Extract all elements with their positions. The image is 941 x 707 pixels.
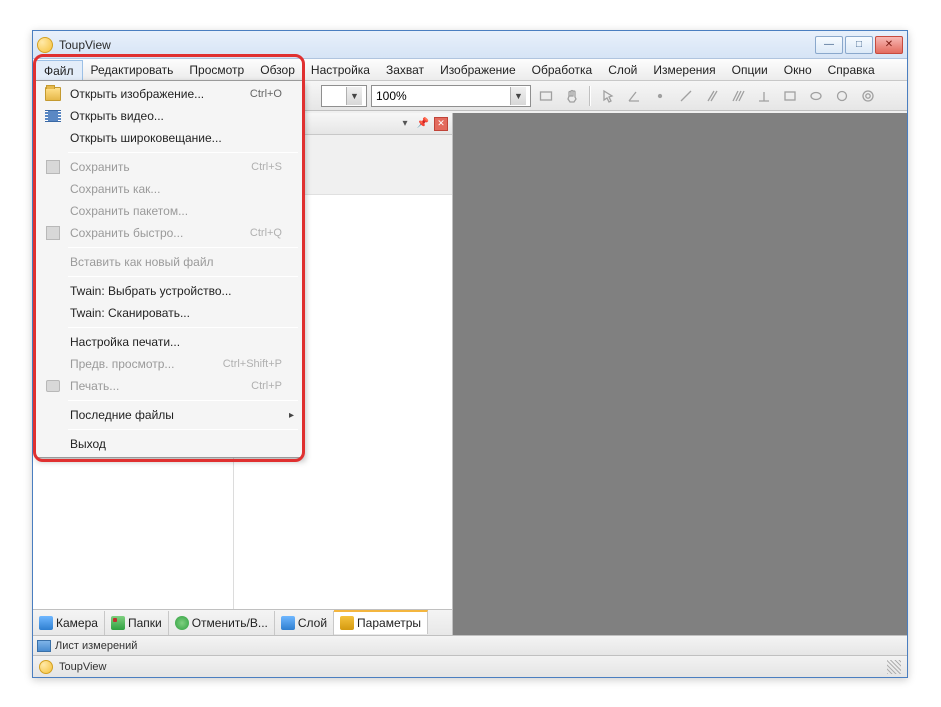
tab-folders[interactable]: Папки: [105, 611, 169, 635]
tab-label: Слой: [298, 616, 327, 630]
rect-tool-icon[interactable]: [779, 85, 801, 107]
window-title: ToupView: [59, 38, 815, 52]
pin-icon[interactable]: 📌: [416, 117, 430, 131]
menu-separator: [68, 276, 298, 277]
tab-camera[interactable]: Камера: [33, 611, 105, 635]
zoom-combo[interactable]: 100% ▼: [371, 85, 531, 107]
line-tool-icon[interactable]: [675, 85, 697, 107]
unit-combo[interactable]: ▼: [321, 85, 367, 107]
camera-icon: [39, 616, 53, 630]
tab-label: Отменить/В...: [192, 616, 268, 630]
status-app-icon: [39, 660, 53, 674]
save-icon: [46, 160, 60, 174]
parallel-tool-icon[interactable]: [701, 85, 723, 107]
pointer-tool-icon[interactable]: [597, 85, 619, 107]
menu-twain-select[interactable]: Twain: Выбрать устройство...: [38, 280, 300, 302]
menu-save-as: Сохранить как...: [38, 178, 300, 200]
parameters-icon: [340, 616, 354, 630]
point-tool-icon[interactable]: [649, 85, 671, 107]
layer-icon: [281, 616, 295, 630]
menu-file[interactable]: Файл: [35, 60, 83, 80]
menu-paste-new: Вставить как новый файл: [38, 251, 300, 273]
bottom-tabstrip: Лист измерений: [33, 635, 907, 655]
ring-tool-icon[interactable]: [857, 85, 879, 107]
app-icon: [37, 37, 53, 53]
resize-grip-icon[interactable]: [887, 660, 901, 674]
menu-measure[interactable]: Измерения: [645, 59, 723, 80]
circle-tool-icon[interactable]: [831, 85, 853, 107]
quicksave-icon: [46, 226, 60, 240]
menu-options[interactable]: Опции: [724, 59, 776, 80]
close-button[interactable]: ✕: [875, 36, 903, 54]
menu-browse[interactable]: Обзор: [252, 59, 303, 80]
menu-separator: [68, 400, 298, 401]
menu-help[interactable]: Справка: [820, 59, 883, 80]
tab-layer[interactable]: Слой: [275, 611, 334, 635]
statusbar: ToupView: [33, 655, 907, 677]
printer-icon: [46, 380, 60, 392]
folder-icon: [111, 616, 125, 630]
status-text: ToupView: [59, 661, 881, 673]
tab-parameters[interactable]: Параметры: [334, 610, 428, 634]
menu-separator: [68, 429, 298, 430]
pane-tabs: Камера Папки Отменить/В... Слой Параметр…: [33, 609, 452, 635]
canvas-area[interactable]: [453, 113, 907, 635]
tab-label: Параметры: [357, 616, 421, 630]
menu-save: Сохранить Ctrl+S: [38, 156, 300, 178]
multiline-tool-icon[interactable]: [727, 85, 749, 107]
menu-setup[interactable]: Настройка: [303, 59, 378, 80]
menu-open-broadcast[interactable]: Открыть широковещание...: [38, 127, 300, 149]
menu-twain-scan[interactable]: Twain: Сканировать...: [38, 302, 300, 324]
rectangle-tool-icon[interactable]: [535, 85, 557, 107]
menu-recent-files[interactable]: Последние файлы: [38, 404, 300, 426]
maximize-button[interactable]: □: [845, 36, 873, 54]
menu-edit[interactable]: Редактировать: [83, 59, 182, 80]
pane-close-button[interactable]: ✕: [434, 117, 448, 131]
folder-open-icon: [45, 87, 61, 101]
titlebar: ToupView — □ ✕: [33, 31, 907, 59]
menu-window[interactable]: Окно: [776, 59, 820, 80]
toolbar-separator: [589, 86, 591, 106]
menubar: Файл Редактировать Просмотр Обзор Настро…: [33, 59, 907, 81]
menu-print-setup[interactable]: Настройка печати...: [38, 331, 300, 353]
menu-print: Печать... Ctrl+P: [38, 375, 300, 397]
menu-capture[interactable]: Захват: [378, 59, 432, 80]
minimize-button[interactable]: —: [815, 36, 843, 54]
file-menu-dropdown: Открыть изображение... Ctrl+O Открыть ви…: [35, 80, 303, 458]
menu-view[interactable]: Просмотр: [181, 59, 252, 80]
chevron-down-icon: ▼: [346, 87, 362, 105]
menu-layer[interactable]: Слой: [600, 59, 645, 80]
sheet-icon: [37, 640, 51, 652]
menu-separator: [68, 247, 298, 248]
zoom-value: 100%: [376, 89, 407, 103]
bottom-tab-label[interactable]: Лист измерений: [55, 640, 137, 652]
menu-exit[interactable]: Выход: [38, 433, 300, 455]
menu-image[interactable]: Изображение: [432, 59, 524, 80]
menu-open-video[interactable]: Открыть видео...: [38, 105, 300, 127]
chevron-down-icon: ▼: [510, 87, 526, 105]
hand-tool-icon[interactable]: [561, 85, 583, 107]
menu-process[interactable]: Обработка: [524, 59, 601, 80]
ellipse-tool-icon[interactable]: [805, 85, 827, 107]
undo-icon: [175, 616, 189, 630]
menu-save-batch: Сохранить пакетом...: [38, 200, 300, 222]
perpendicular-tool-icon[interactable]: [753, 85, 775, 107]
menu-separator: [68, 327, 298, 328]
window-buttons: — □ ✕: [815, 36, 903, 54]
menu-open-image[interactable]: Открыть изображение... Ctrl+O: [38, 83, 300, 105]
film-icon: [45, 110, 61, 122]
pane-dropdown-icon[interactable]: ▾: [398, 117, 412, 131]
menu-print-preview: Предв. просмотр... Ctrl+Shift+P: [38, 353, 300, 375]
tab-label: Папки: [128, 616, 162, 630]
angle-tool-icon[interactable]: [623, 85, 645, 107]
tab-undo[interactable]: Отменить/В...: [169, 611, 275, 635]
menu-save-quick: Сохранить быстро... Ctrl+Q: [38, 222, 300, 244]
tab-label: Камера: [56, 616, 98, 630]
menu-separator: [68, 152, 298, 153]
